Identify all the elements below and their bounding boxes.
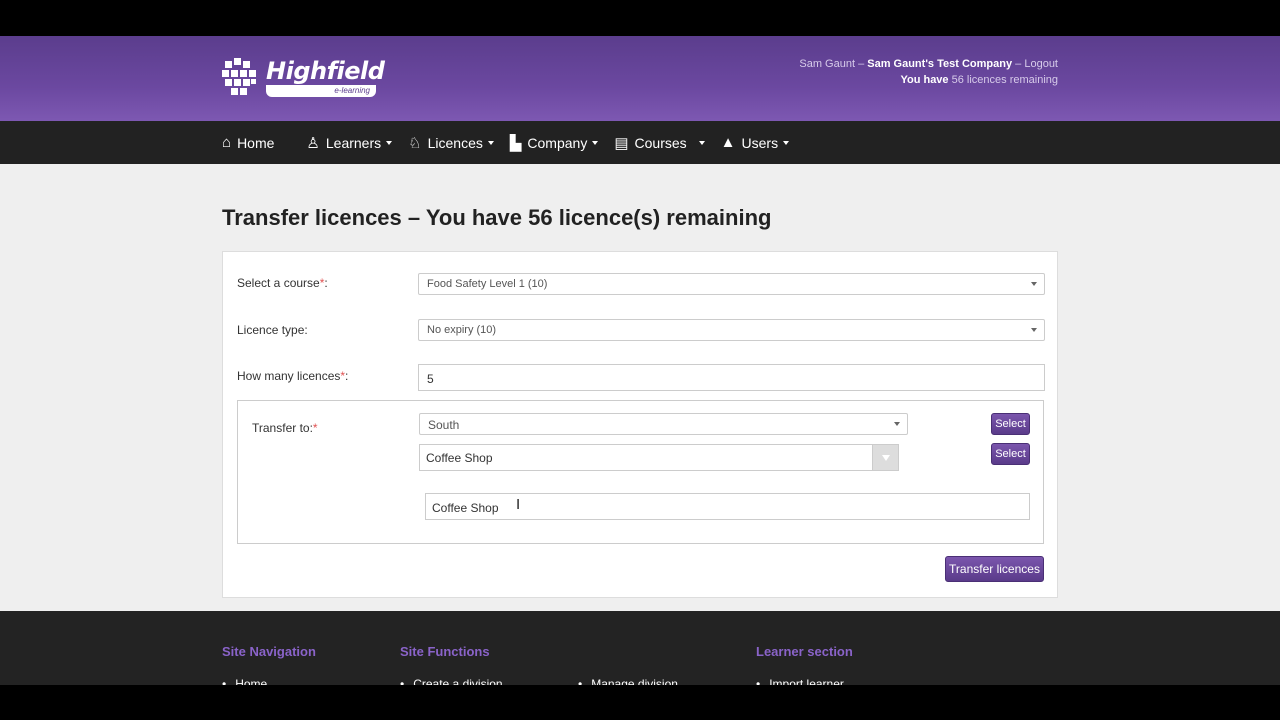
home-icon: ⌂ [222, 134, 232, 151]
caret-down-icon [487, 140, 494, 145]
nav-users[interactable]: ▲ Users [720, 134, 790, 151]
transfer-to-label: Transfer to:* [252, 421, 318, 435]
footer-heading-site-navigation: Site Navigation [222, 644, 316, 659]
footer-link-home[interactable]: Home [222, 677, 267, 685]
user-name[interactable]: Sam Gaunt [799, 58, 855, 70]
nav-company[interactable]: ▙ Company [509, 134, 599, 152]
footer-link-import-learner[interactable]: Import learner [756, 677, 844, 685]
nav-label: Company [527, 134, 588, 151]
course-select[interactable]: Food Safety Level 1 (10) [418, 273, 1045, 295]
letterbox-top [0, 0, 1280, 36]
nav-label: Users [741, 134, 779, 151]
site-combobox[interactable]: Coffee Shop [419, 444, 899, 471]
separator: – [1015, 58, 1022, 70]
footer-link-create-division[interactable]: Create a division [400, 677, 502, 685]
licence-type-label: Licence type: [237, 323, 308, 337]
footer-heading-learner-section: Learner section [756, 644, 853, 659]
caret-down-icon [783, 140, 790, 145]
combobox-toggle[interactable] [872, 445, 898, 470]
chevron-down-icon [1031, 282, 1037, 286]
company-icon: ▙ [509, 134, 522, 152]
transfer-to-group: Transfer to:* South Select Coffee Shop S… [237, 400, 1044, 544]
nav-licences[interactable]: ♘ Licences [408, 134, 494, 152]
chevron-down-icon [882, 455, 890, 461]
text-cursor-icon: I [516, 496, 521, 513]
licence-quantity-input[interactable]: 5 [418, 364, 1045, 391]
logo-grid-icon [222, 58, 258, 95]
required-mark: * [312, 421, 318, 435]
chevron-down-icon [1031, 328, 1037, 332]
separator: – [858, 58, 865, 70]
main-content: Transfer licences – You have 56 licence(… [0, 164, 1280, 611]
book-icon: ▤ [614, 134, 629, 152]
highfield-logo[interactable]: Highfield e-learning [222, 57, 385, 98]
brand-name: Highfield [266, 57, 385, 85]
nav-learners[interactable]: ♙ Learners [306, 134, 393, 152]
site-footer: Site Navigation Site Functions Learner s… [0, 611, 1280, 685]
brand-tagline: e-learning [266, 85, 376, 97]
site-header: Highfield e-learning Sam Gaunt – Sam Gau… [0, 36, 1280, 121]
logout-link[interactable]: Logout [1024, 58, 1058, 70]
licences-icon: ♘ [408, 134, 422, 152]
region-select[interactable]: South [419, 413, 908, 435]
select-region-button[interactable]: Select [991, 413, 1030, 435]
user-info: Sam Gaunt – Sam Gaunt's Test Company – L… [799, 56, 1058, 88]
nav-courses[interactable]: ▤ Courses [614, 134, 705, 152]
select-site-button[interactable]: Select [991, 443, 1030, 465]
caret-down-icon [386, 140, 393, 145]
licences-remaining: 56 licences remaining [951, 74, 1058, 86]
main-nav: ⌂ Home ♙ Learners ♘ Licences ▙ Company ▤… [0, 121, 1280, 164]
footer-link-manage-division[interactable]: Manage division [578, 677, 678, 685]
licences-prefix: You have [900, 74, 949, 86]
nav-home[interactable]: ⌂ Home [222, 134, 274, 151]
course-select-value: Food Safety Level 1 (10) [427, 278, 548, 290]
licence-type-value: No expiry (10) [427, 324, 497, 336]
caret-down-icon [592, 140, 599, 145]
how-many-label: How many licences*: [237, 369, 349, 383]
graduation-cap-icon: ▲ [720, 134, 736, 151]
transfer-form-panel: Select a course*: Food Safety Level 1 (1… [222, 251, 1058, 598]
chevron-down-icon [894, 422, 900, 426]
licence-type-select[interactable]: No expiry (10) [418, 319, 1045, 341]
nav-label: Licences [427, 134, 483, 151]
transfer-licences-button[interactable]: Transfer licences [945, 556, 1044, 582]
region-select-value: South [428, 418, 460, 432]
letterbox-bottom [0, 685, 1280, 720]
footer-heading-site-functions: Site Functions [400, 644, 490, 659]
nav-label: Learners [325, 134, 382, 151]
page-title: Transfer licences – You have 56 licence(… [222, 205, 772, 230]
nav-label: Courses [634, 134, 687, 151]
learners-icon: ♙ [306, 134, 320, 152]
caret-down-icon [698, 140, 705, 145]
course-label: Select a course*: [237, 276, 328, 290]
company-name: Sam Gaunt's Test Company [867, 58, 1013, 70]
site-combobox-value: Coffee Shop [426, 451, 493, 465]
nav-label: Home [237, 134, 275, 151]
